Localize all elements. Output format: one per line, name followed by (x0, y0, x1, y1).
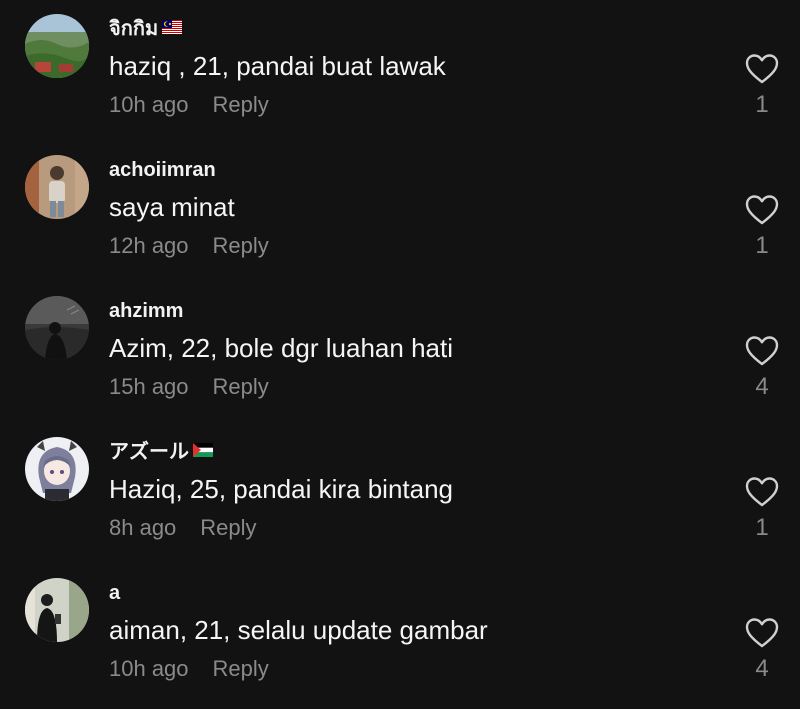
heart-icon[interactable] (745, 194, 779, 226)
timestamp: 10h ago (109, 92, 189, 117)
heart-icon[interactable] (745, 53, 779, 85)
like-count: 4 (755, 373, 769, 400)
timestamp: 15h ago (109, 374, 189, 399)
comment-text: Azim, 22, bole dgr luahan hati (109, 333, 453, 363)
comment-item: ahzimm Azim, 22, bole dgr luahan hati 15… (0, 282, 800, 423)
avatar[interactable] (25, 437, 89, 501)
comment-meta: 15h ago Reply (109, 374, 269, 400)
comment-meta: 10h ago Reply (109, 656, 269, 682)
comment-text: Haziq, 25, pandai kira bintang (109, 474, 454, 504)
reply-button[interactable]: Reply (213, 92, 269, 117)
heart-icon[interactable] (745, 476, 779, 508)
like-count: 1 (755, 91, 769, 118)
reply-button[interactable]: Reply (200, 515, 256, 540)
timestamp: 8h ago (109, 515, 177, 540)
like-count: 1 (755, 232, 769, 259)
avatar[interactable] (25, 155, 89, 219)
comment-item: achoiimran saya minat 12h ago Reply 1 (0, 141, 800, 282)
reply-button[interactable]: Reply (213, 374, 269, 399)
avatar[interactable] (25, 14, 89, 78)
timestamp: 12h ago (109, 233, 189, 258)
comment-list: จิกกิม haziq , 21, pandai buat lawak 10h… (0, 0, 800, 709)
comment-item: จิกกิม haziq , 21, pandai buat lawak 10h… (0, 0, 800, 141)
username[interactable]: ahzimm (109, 299, 183, 323)
username[interactable]: アズール (109, 440, 213, 464)
avatar[interactable] (25, 296, 89, 360)
username[interactable]: a (109, 581, 120, 605)
comment-text: saya minat (109, 192, 235, 222)
timestamp: 10h ago (109, 656, 189, 681)
comment-text: haziq , 21, pandai buat lawak (109, 51, 446, 81)
comment-text: aiman, 21, selalu update gambar (109, 615, 488, 645)
comment-meta: 10h ago Reply (109, 92, 269, 118)
palestine-flag-icon (193, 439, 213, 463)
like-count: 4 (755, 655, 769, 682)
username[interactable]: achoiimran (109, 158, 216, 182)
malaysia-flag-icon (162, 16, 183, 40)
username[interactable]: จิกกิม (109, 16, 183, 41)
reply-button[interactable]: Reply (213, 656, 269, 681)
comment-item: アズール Haziq, 25, pandai kira bintang 8h a… (0, 423, 800, 564)
heart-icon[interactable] (745, 335, 779, 367)
comment-meta: 12h ago Reply (109, 233, 269, 259)
avatar[interactable] (25, 578, 89, 642)
heart-icon[interactable] (745, 617, 779, 649)
reply-button[interactable]: Reply (213, 233, 269, 258)
comment-meta: 8h ago Reply (109, 515, 257, 541)
like-count: 1 (755, 514, 769, 541)
comment-item: a aiman, 21, selalu update gambar 10h ag… (0, 564, 800, 705)
